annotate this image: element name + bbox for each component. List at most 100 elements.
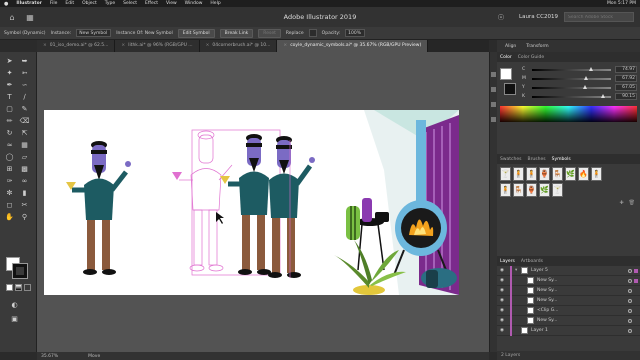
visibility-eye-icon[interactable]: ◉	[497, 288, 507, 293]
visibility-eye-icon[interactable]: ◉	[497, 318, 507, 323]
delete-icon[interactable]: 🗑	[629, 200, 635, 210]
new-symbol-icon[interactable]: ✚	[619, 200, 623, 210]
magic-wand-icon[interactable]: ✦	[4, 68, 15, 78]
fill-preview[interactable]	[500, 68, 512, 80]
symbol-thumbnail[interactable]: 🍸	[552, 183, 563, 197]
reset-button[interactable]: Reset	[258, 28, 281, 38]
close-icon[interactable]: ×	[43, 43, 47, 48]
layer-name[interactable]: Layer 5	[531, 268, 548, 273]
opacity-field[interactable]: 100%	[345, 29, 366, 37]
selection-indicator[interactable]	[634, 268, 638, 273]
menu-effect[interactable]: Effect	[145, 1, 158, 6]
sublayer-row[interactable]: ◉ <Clip G...	[497, 305, 640, 316]
artboard[interactable]	[44, 110, 459, 295]
replace-dropdown[interactable]	[308, 29, 317, 37]
layer-row[interactable]: ◉ Layer 1	[497, 325, 640, 336]
symbol-sprayer-icon[interactable]: ✼	[4, 188, 15, 198]
shaper-tool-icon[interactable]: ✏	[4, 116, 15, 126]
visibility-eye-icon[interactable]: ◉	[497, 308, 507, 313]
doc-tab-active[interactable]: × coyle_dynamic_symbols.ai* @ 35.67% (RGB…	[277, 40, 429, 52]
blend-tool-icon[interactable]: ∞	[19, 176, 30, 186]
visibility-eye-icon[interactable]: ◉	[497, 298, 507, 303]
menu-select[interactable]: Select	[123, 1, 137, 6]
doc-tab[interactable]: × 04cornerbrush.ai* @ 10...	[199, 40, 278, 52]
account-name[interactable]: Laura CC2019	[519, 14, 558, 20]
symbol-thumbnail[interactable]: 🍸	[500, 167, 511, 181]
curvature-tool-icon[interactable]: ∽	[19, 80, 30, 90]
mesh-tool-icon[interactable]: ⊞	[4, 164, 15, 174]
home-icon[interactable]: ⌂	[6, 11, 18, 23]
target-circle-icon[interactable]	[628, 268, 632, 273]
sublayer-row[interactable]: ◉ New Sy...	[497, 295, 640, 306]
stock-search-input[interactable]	[564, 12, 634, 22]
slice-tool-icon[interactable]: ✂	[19, 200, 30, 210]
slider-thumb[interactable]	[589, 66, 594, 71]
color-button[interactable]	[6, 284, 13, 291]
symbol-thumbnail[interactable]: 🧍	[500, 183, 511, 197]
transform-tab[interactable]: Transform	[526, 44, 548, 49]
layer-name[interactable]: New Sy...	[537, 278, 557, 283]
symbol-thumbnail[interactable]: 🔥	[578, 167, 589, 181]
layer-name[interactable]: New Sy...	[537, 298, 557, 303]
slider-thumb[interactable]	[601, 93, 606, 98]
panel-icon[interactable]	[491, 117, 496, 122]
perspective-grid-icon[interactable]: ▱	[19, 152, 30, 162]
menu-edit[interactable]: Edit	[65, 1, 74, 6]
eraser-icon[interactable]: ⌫	[19, 116, 30, 126]
sublayer-row[interactable]: ◉ New Sy...	[497, 315, 640, 326]
magenta-slider[interactable]: M 67.92	[522, 74, 637, 83]
layers-tab[interactable]: Layers	[500, 259, 515, 264]
visibility-eye-icon[interactable]: ◉	[497, 328, 507, 333]
slider-thumb[interactable]	[582, 84, 587, 89]
align-tab[interactable]: Align	[505, 44, 516, 49]
screen-mode-icon[interactable]: ▣	[9, 314, 20, 324]
rotate-tool-icon[interactable]: ↻	[4, 128, 15, 138]
slider-thumb[interactable]	[583, 75, 588, 80]
target-circle-icon[interactable]	[628, 298, 632, 303]
zoom-level[interactable]: 35.67%	[41, 354, 58, 359]
layer-name[interactable]: New Sy...	[537, 318, 557, 323]
visibility-eye-icon[interactable]: ◉	[497, 268, 507, 273]
document-canvas[interactable]	[37, 52, 489, 352]
close-icon[interactable]: ×	[283, 43, 287, 48]
slider-value[interactable]: 67.05	[615, 84, 637, 91]
cyan-slider[interactable]: C 74.97	[522, 65, 637, 74]
symbol-thumbnail[interactable]: 🪑	[513, 183, 524, 197]
selection-indicator[interactable]	[634, 278, 638, 283]
symbol-thumbnail[interactable]: 🏺	[539, 167, 550, 181]
layer-name[interactable]: New Sy...	[537, 288, 557, 293]
menu-view[interactable]: View	[166, 1, 177, 6]
artboards-tab[interactable]: Artboards	[521, 259, 543, 264]
slider-value[interactable]: 67.92	[615, 75, 637, 82]
symbol-thumbnail[interactable]: 🪑	[552, 167, 563, 181]
symbol-thumbnail[interactable]: 🏺	[526, 183, 537, 197]
target-circle-icon[interactable]	[628, 328, 632, 333]
edit-symbol-button[interactable]: Edit Symbol	[177, 28, 215, 38]
break-link-button[interactable]: Break Link	[219, 28, 254, 38]
layer-row[interactable]: ◉ ▾ Layer 5	[497, 265, 640, 276]
slider-value[interactable]: 90.15	[615, 93, 637, 100]
instance-name-field[interactable]: New Symbol	[76, 29, 112, 37]
visibility-eye-icon[interactable]: ◉	[497, 278, 507, 283]
symbol-thumbnail[interactable]: 🧍	[513, 167, 524, 181]
hand-tool-icon[interactable]: ✋	[4, 212, 15, 222]
sublayer-row[interactable]: ◉ New Sy...	[497, 275, 640, 286]
yellow-slider[interactable]: Y 67.05	[522, 83, 637, 92]
doc-tab[interactable]: × 01_iso_demo.ai* @ 62.5...	[37, 40, 116, 52]
symbols-tab[interactable]: Symbols	[552, 157, 571, 162]
layer-name[interactable]: <Clip G...	[537, 308, 558, 313]
color-guide-tab[interactable]: Color Guide	[518, 55, 544, 60]
type-tool-icon[interactable]: T	[4, 92, 15, 102]
width-tool-icon[interactable]: ≈	[4, 140, 15, 150]
close-icon[interactable]: ×	[121, 43, 125, 48]
black-slider[interactable]: K 90.15	[522, 92, 637, 101]
stroke-preview[interactable]	[504, 83, 516, 95]
none-button[interactable]	[24, 284, 31, 291]
lasso-icon[interactable]: ➳	[19, 68, 30, 78]
gradient-tool-icon[interactable]: ▩	[19, 164, 30, 174]
close-icon[interactable]: ×	[206, 43, 210, 48]
menu-file[interactable]: File	[50, 1, 58, 6]
layer-name[interactable]: Layer 1	[531, 328, 548, 333]
shape-builder-icon[interactable]: ◯	[4, 152, 15, 162]
symbol-thumbnail[interactable]: 🌿	[565, 167, 576, 181]
